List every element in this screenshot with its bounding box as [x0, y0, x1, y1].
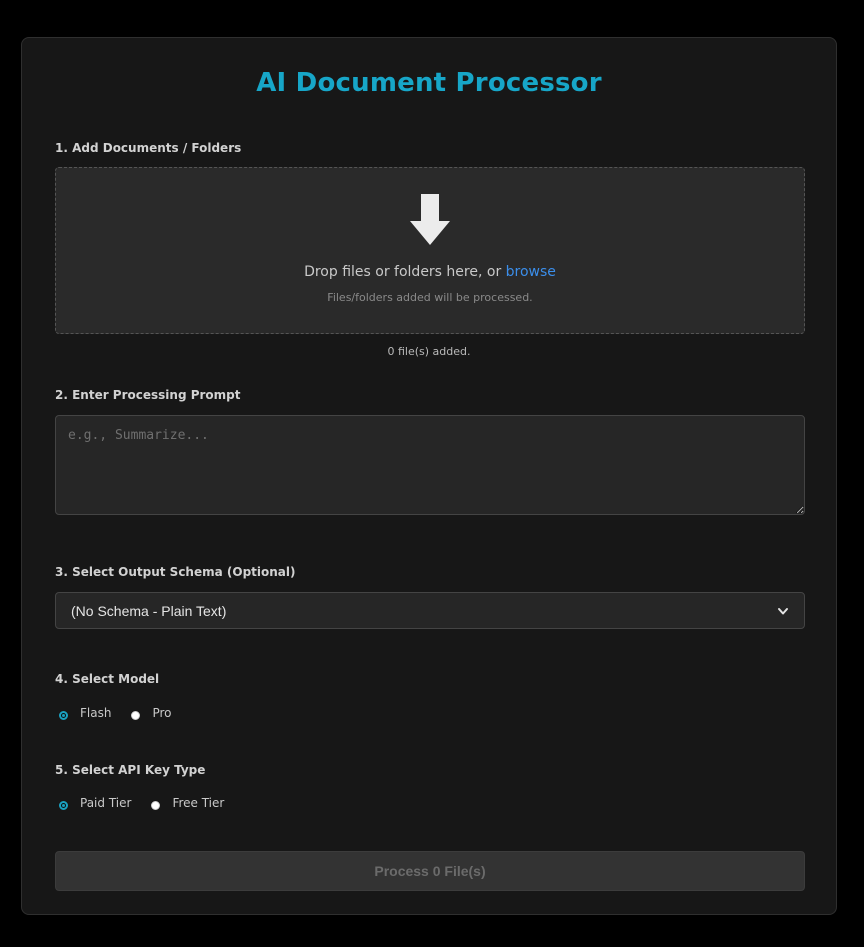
- drop-text: Drop files or folders here, or: [304, 264, 506, 280]
- radio-free-tier[interactable]: [151, 800, 161, 810]
- schema-selected-value: (No Schema - Plain Text): [71, 602, 227, 619]
- model-section-label: 4. Select Model: [55, 672, 160, 686]
- radio-label-pro: Pro: [152, 706, 172, 720]
- documents-section-label: 1. Add Documents / Folders: [55, 141, 242, 155]
- model-radio-group: Flash Pro: [59, 706, 192, 720]
- radio-label-flash: Flash: [80, 706, 112, 720]
- drop-instructions: Drop files or folders here, or browse: [56, 264, 804, 280]
- model-option-pro[interactable]: Pro: [131, 706, 172, 720]
- page-title: AI Document Processor: [256, 68, 602, 98]
- schema-section-label: 3. Select Output Schema (Optional): [55, 565, 296, 579]
- process-button[interactable]: Process 0 File(s): [55, 851, 805, 891]
- radio-label-paid-tier: Paid Tier: [80, 796, 132, 810]
- file-dropzone[interactable]: Drop files or folders here, or browse Fi…: [55, 167, 805, 334]
- prompt-textarea[interactable]: [55, 415, 805, 515]
- browse-link[interactable]: browse: [506, 264, 556, 280]
- prompt-section-label: 2. Enter Processing Prompt: [55, 388, 241, 402]
- drop-hint: Files/folders added will be processed.: [327, 291, 533, 304]
- main-card: AI Document Processor 1. Add Documents /…: [21, 37, 837, 915]
- file-count-status: 0 file(s) added.: [387, 345, 471, 358]
- radio-pro[interactable]: [131, 710, 141, 720]
- api-key-radio-group: Paid Tier Free Tier: [59, 796, 244, 810]
- radio-label-free-tier: Free Tier: [172, 796, 225, 810]
- download-arrow-icon: [410, 194, 450, 245]
- api-key-option-paid[interactable]: Paid Tier: [59, 796, 131, 810]
- radio-paid-tier[interactable]: [59, 800, 68, 810]
- schema-select[interactable]: (No Schema - Plain Text): [55, 592, 805, 629]
- model-option-flash[interactable]: Flash: [59, 706, 111, 720]
- api-key-option-free[interactable]: Free Tier: [151, 796, 224, 810]
- radio-flash[interactable]: [59, 710, 68, 720]
- chevron-down-icon: [778, 607, 788, 614]
- api-key-section-label: 5. Select API Key Type: [55, 763, 206, 777]
